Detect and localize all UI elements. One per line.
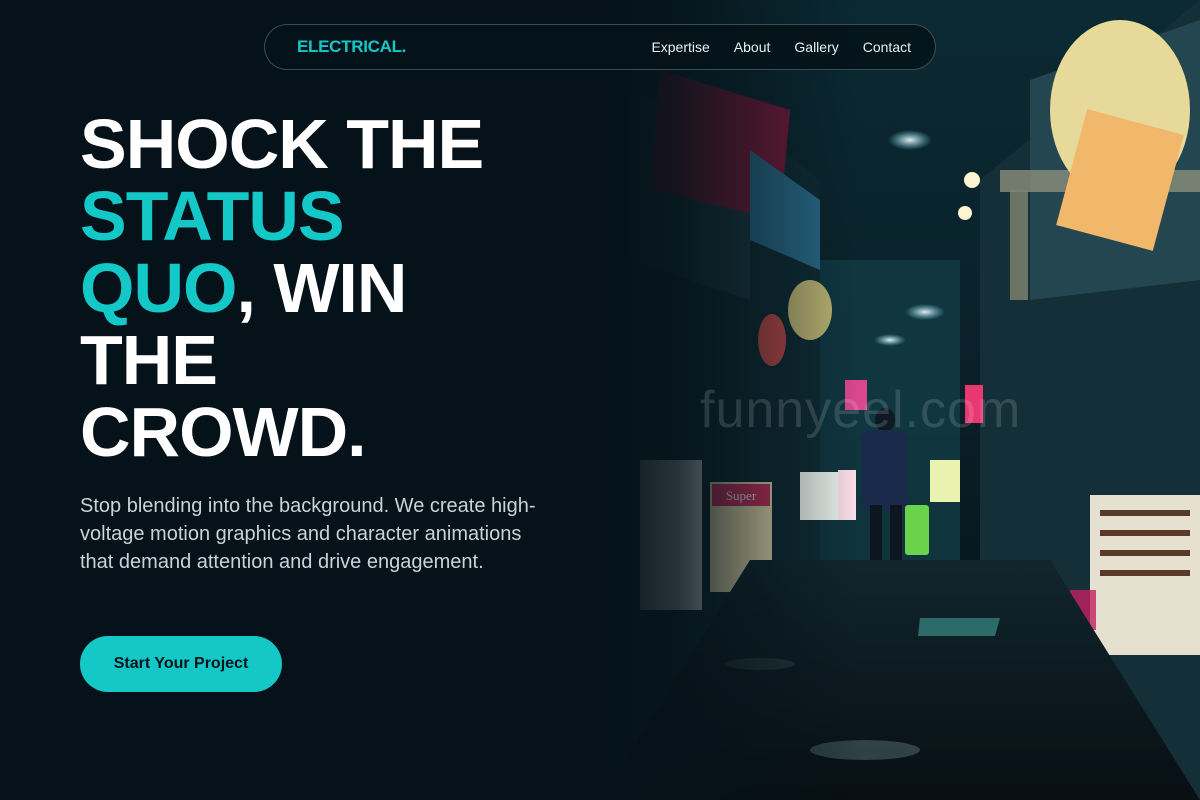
- navbar: ELECTRICAL. Expertise About Gallery Cont…: [264, 24, 936, 70]
- hero-description: Stop blending into the background. We cr…: [80, 495, 536, 573]
- headline-line-3: QUO, WIN: [80, 252, 600, 324]
- nav-link-expertise[interactable]: Expertise: [651, 39, 709, 55]
- nav-links: Expertise About Gallery Contact: [651, 39, 911, 55]
- headline-accent-quo: QUO: [80, 249, 237, 327]
- brand-logo[interactable]: ELECTRICAL.: [297, 37, 406, 57]
- landing-page: Super funnyeel.com ELE: [0, 0, 1200, 800]
- headline-line-1: SHOCK THE: [80, 105, 484, 183]
- nav-link-contact[interactable]: Contact: [863, 39, 911, 55]
- hero-image: Super: [600, 0, 1200, 800]
- start-project-button[interactable]: Start Your Project: [80, 636, 282, 692]
- headline-win: , WIN: [236, 249, 407, 327]
- hero-headline: SHOCK THE STATUS QUO, WIN THE CROWD.: [80, 108, 600, 468]
- headline-line-4: THE: [80, 321, 218, 399]
- headline-line-2: STATUS: [80, 177, 345, 255]
- sign-super-text: Super: [726, 488, 757, 503]
- nav-link-about[interactable]: About: [734, 39, 771, 55]
- nav-link-gallery[interactable]: Gallery: [794, 39, 838, 55]
- headline-line-5: CROWD.: [80, 393, 367, 471]
